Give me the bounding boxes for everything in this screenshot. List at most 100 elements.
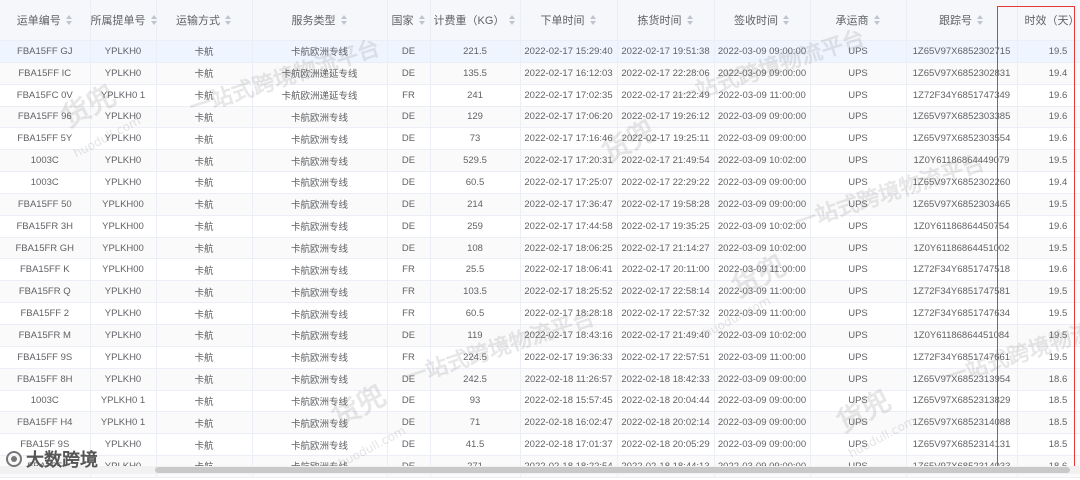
cell-transit-days: 19.5 [1017,324,1080,347]
table-row[interactable]: FBA15FR GH YPLKH00 卡航 卡航欧洲专线 DE 108 2022-02-17… [0,237,1080,260]
cell-tracking-number: 1Z65V97X6852314131 [906,433,1018,457]
table-row[interactable]: FBA15FF 50 YPLKH00 卡航 卡航欧洲专线 DE 214 2022-02-17… [0,193,1080,216]
column-header-country[interactable]: 国家 [387,0,431,41]
cell-picking-time: 2022-02-18 20:05:29 [617,433,715,457]
sort-icon[interactable] [589,13,597,27]
table-row[interactable]: FBA15FC 0V YPLKH0 1 卡航 卡航欧洲递延专线 FR 241 2022-02… [0,84,1080,107]
sort-icon[interactable] [224,13,232,27]
cell-billing-weight: 41.5 [430,433,521,457]
cell-signed-time: 2022-03-09 09:00:00 [714,433,811,457]
column-header-service-type[interactable]: 服务类型 [252,0,388,41]
table-row[interactable]: FBA15FF GJ YPLKH0 卡航 卡航欧洲专线 DE 221.5 2022-02-1… [0,40,1080,63]
cell-billing-weight: 71 [430,411,521,435]
cell-billing-weight: 529.5 [430,149,521,173]
cell-carrier: UPS [810,258,907,282]
cell-transit-days: 19.5 [1017,346,1080,369]
cell-transit-days: 19.4 [1017,171,1080,194]
table-row[interactable]: 1003C YPLKH0 卡航 卡航欧洲专线 DE 529.5 2022-02-17 17:… [0,149,1080,173]
cell-bill-of-lading: YPLKH0 [90,62,157,85]
column-header-billing-weight[interactable]: 计费重（KG） [430,0,521,41]
cell-billing-weight: 129 [430,106,521,129]
cell-carrier: UPS [810,346,907,369]
cell-transport-mode: 卡航 [156,84,253,107]
cell-service-type: 卡航欧洲专线 [252,171,388,194]
table-header-row: 运单编号 所属提单号 运输方式 服务类型 国家 计费重（KG） 下单时间 拣货时… [0,0,1080,41]
table-row[interactable]: FBA15FF K YPLKH00 卡航 卡航欧洲专线 FR 25.5 2022-02-17… [0,258,1080,282]
column-header-carrier[interactable]: 承运商 [810,0,907,41]
table-row[interactable]: FBA15FF 8H YPLKH0 卡航 卡航欧洲专线 DE 242.5 2022-02-1… [0,368,1080,391]
column-header-transit-days[interactable]: 时效（天） [1017,0,1080,41]
cell-transit-days: 19.6 [1017,127,1080,151]
table-row[interactable]: FBA15F 9S YPLKH0 卡航 卡航欧洲专线 DE 41.5 2022-02-18 … [0,433,1080,457]
cell-waybill: FBA15FF GJ [0,40,91,63]
cell-country: DE [387,433,431,457]
sort-icon[interactable] [686,13,694,27]
cell-billing-weight: 221.5 [430,40,521,63]
cell-waybill: FBA15FR GH [0,237,91,260]
cell-transport-mode: 卡航 [156,127,253,151]
cell-billing-weight: 60.5 [430,302,521,325]
cell-waybill: 1003C [0,149,91,173]
column-header-tracking-number[interactable]: 跟踪号 [906,0,1018,41]
table-row[interactable]: FBA15FR M YPLKH0 卡航 卡航欧洲专线 DE 119 2022-02-17 1… [0,324,1080,347]
sort-icon[interactable] [976,13,984,27]
cell-order-time: 2022-02-17 17:44:58 [520,215,618,238]
column-header-signed-time[interactable]: 签收时间 [714,0,811,41]
cell-carrier: UPS [810,237,907,260]
table-row[interactable]: FBA15FF 5Y YPLKH0 卡航 卡航欧洲专线 DE 73 2022-02-17 1… [0,127,1080,151]
cell-transport-mode: 卡航 [156,390,253,413]
cell-order-time: 2022-02-17 19:36:33 [520,346,618,369]
cell-service-type: 卡航欧洲专线 [252,346,388,369]
cell-tracking-number: 1Z72F34Y6851747349 [906,84,1018,107]
cell-signed-time: 2022-03-09 11:00:00 [714,346,811,369]
cell-tracking-number: 1Z72F34Y6851747581 [906,280,1018,304]
table-row[interactable]: FBA15FF 9S YPLKH0 卡航 卡航欧洲专线 FR 224.5 2022-02-1… [0,346,1080,369]
cell-signed-time: 2022-03-09 10:02:00 [714,149,811,173]
table-row[interactable]: 1003C YPLKH0 1 卡航 卡航欧洲专线 DE 93 2022-02-18 15:5… [0,390,1080,413]
cell-picking-time: 2022-02-17 22:58:14 [617,280,715,304]
cell-transit-days: 19.6 [1017,84,1080,107]
cell-tracking-number: 1Z65V97X6852313829 [906,390,1018,413]
horizontal-scrollbar[interactable] [0,466,1080,474]
cell-waybill: FBA15FC 0V [0,84,91,107]
sort-icon[interactable] [873,13,881,27]
table-row[interactable]: FBA15FR Q YPLKH0 卡航 卡航欧洲专线 FR 103.5 2022-02-17… [0,280,1080,304]
cell-order-time: 2022-02-17 16:12:03 [520,62,618,85]
cell-carrier: UPS [810,149,907,173]
table-row[interactable]: 1003C YPLKH0 卡航 卡航欧洲专线 DE 60.5 2022-02-17 17:2… [0,171,1080,194]
cell-bill-of-lading: YPLKH0 [90,346,157,369]
sort-icon[interactable] [65,13,73,27]
cell-service-type: 卡航欧洲专线 [252,280,388,304]
cell-country: FR [387,346,431,369]
column-header-waybill[interactable]: 运单编号 [0,0,91,41]
sort-icon[interactable] [340,13,348,27]
cell-billing-weight: 224.5 [430,346,521,369]
cell-order-time: 2022-02-18 15:57:45 [520,390,618,413]
cell-carrier: UPS [810,433,907,457]
sort-icon[interactable] [782,13,790,27]
table-row[interactable]: FBA15FF H4 YPLKH0 1 卡航 卡航欧洲专线 DE 71 2022-02-18… [0,411,1080,435]
table-row[interactable]: FBA15FF 2 YPLKH0 卡航 卡航欧洲专线 FR 60.5 2022-02-17 … [0,302,1080,325]
table-row[interactable]: FBA15FR 3H YPLKH00 卡航 卡航欧洲专线 DE 259 2022-02-17… [0,215,1080,238]
sort-icon[interactable] [508,13,516,27]
scrollbar-thumb[interactable] [155,467,1070,473]
cell-country: FR [387,302,431,325]
cell-carrier: UPS [810,127,907,151]
cell-bill-of-lading: YPLKH0 [90,302,157,325]
column-header-transport-mode[interactable]: 运输方式 [156,0,253,41]
cell-tracking-number: 1Z65V97X6852314088 [906,411,1018,435]
cell-transit-days: 19.6 [1017,215,1080,238]
table-row[interactable]: FBA15FF IC YPLKH0 卡航 卡航欧洲递延专线 DE 135.5 2022-02… [0,62,1080,85]
column-header-bill-of-lading[interactable]: 所属提单号 [90,0,157,41]
table-row[interactable]: FBA15FF 96 YPLKH0 卡航 卡航欧洲专线 DE 129 2022-02-17 … [0,106,1080,129]
column-header-picking-time[interactable]: 拣货时间 [617,0,715,41]
cell-waybill: FBA15FF K [0,258,91,282]
cell-transit-days: 18.5 [1017,411,1080,435]
sort-icon[interactable] [418,13,426,27]
cell-picking-time: 2022-02-17 22:29:22 [617,171,715,194]
cell-order-time: 2022-02-18 16:02:47 [520,411,618,435]
cell-service-type: 卡航欧洲专线 [252,40,388,63]
cell-signed-time: 2022-03-09 09:00:00 [714,127,811,151]
column-header-order-time[interactable]: 下单时间 [520,0,618,41]
cell-transit-days: 19.5 [1017,149,1080,173]
